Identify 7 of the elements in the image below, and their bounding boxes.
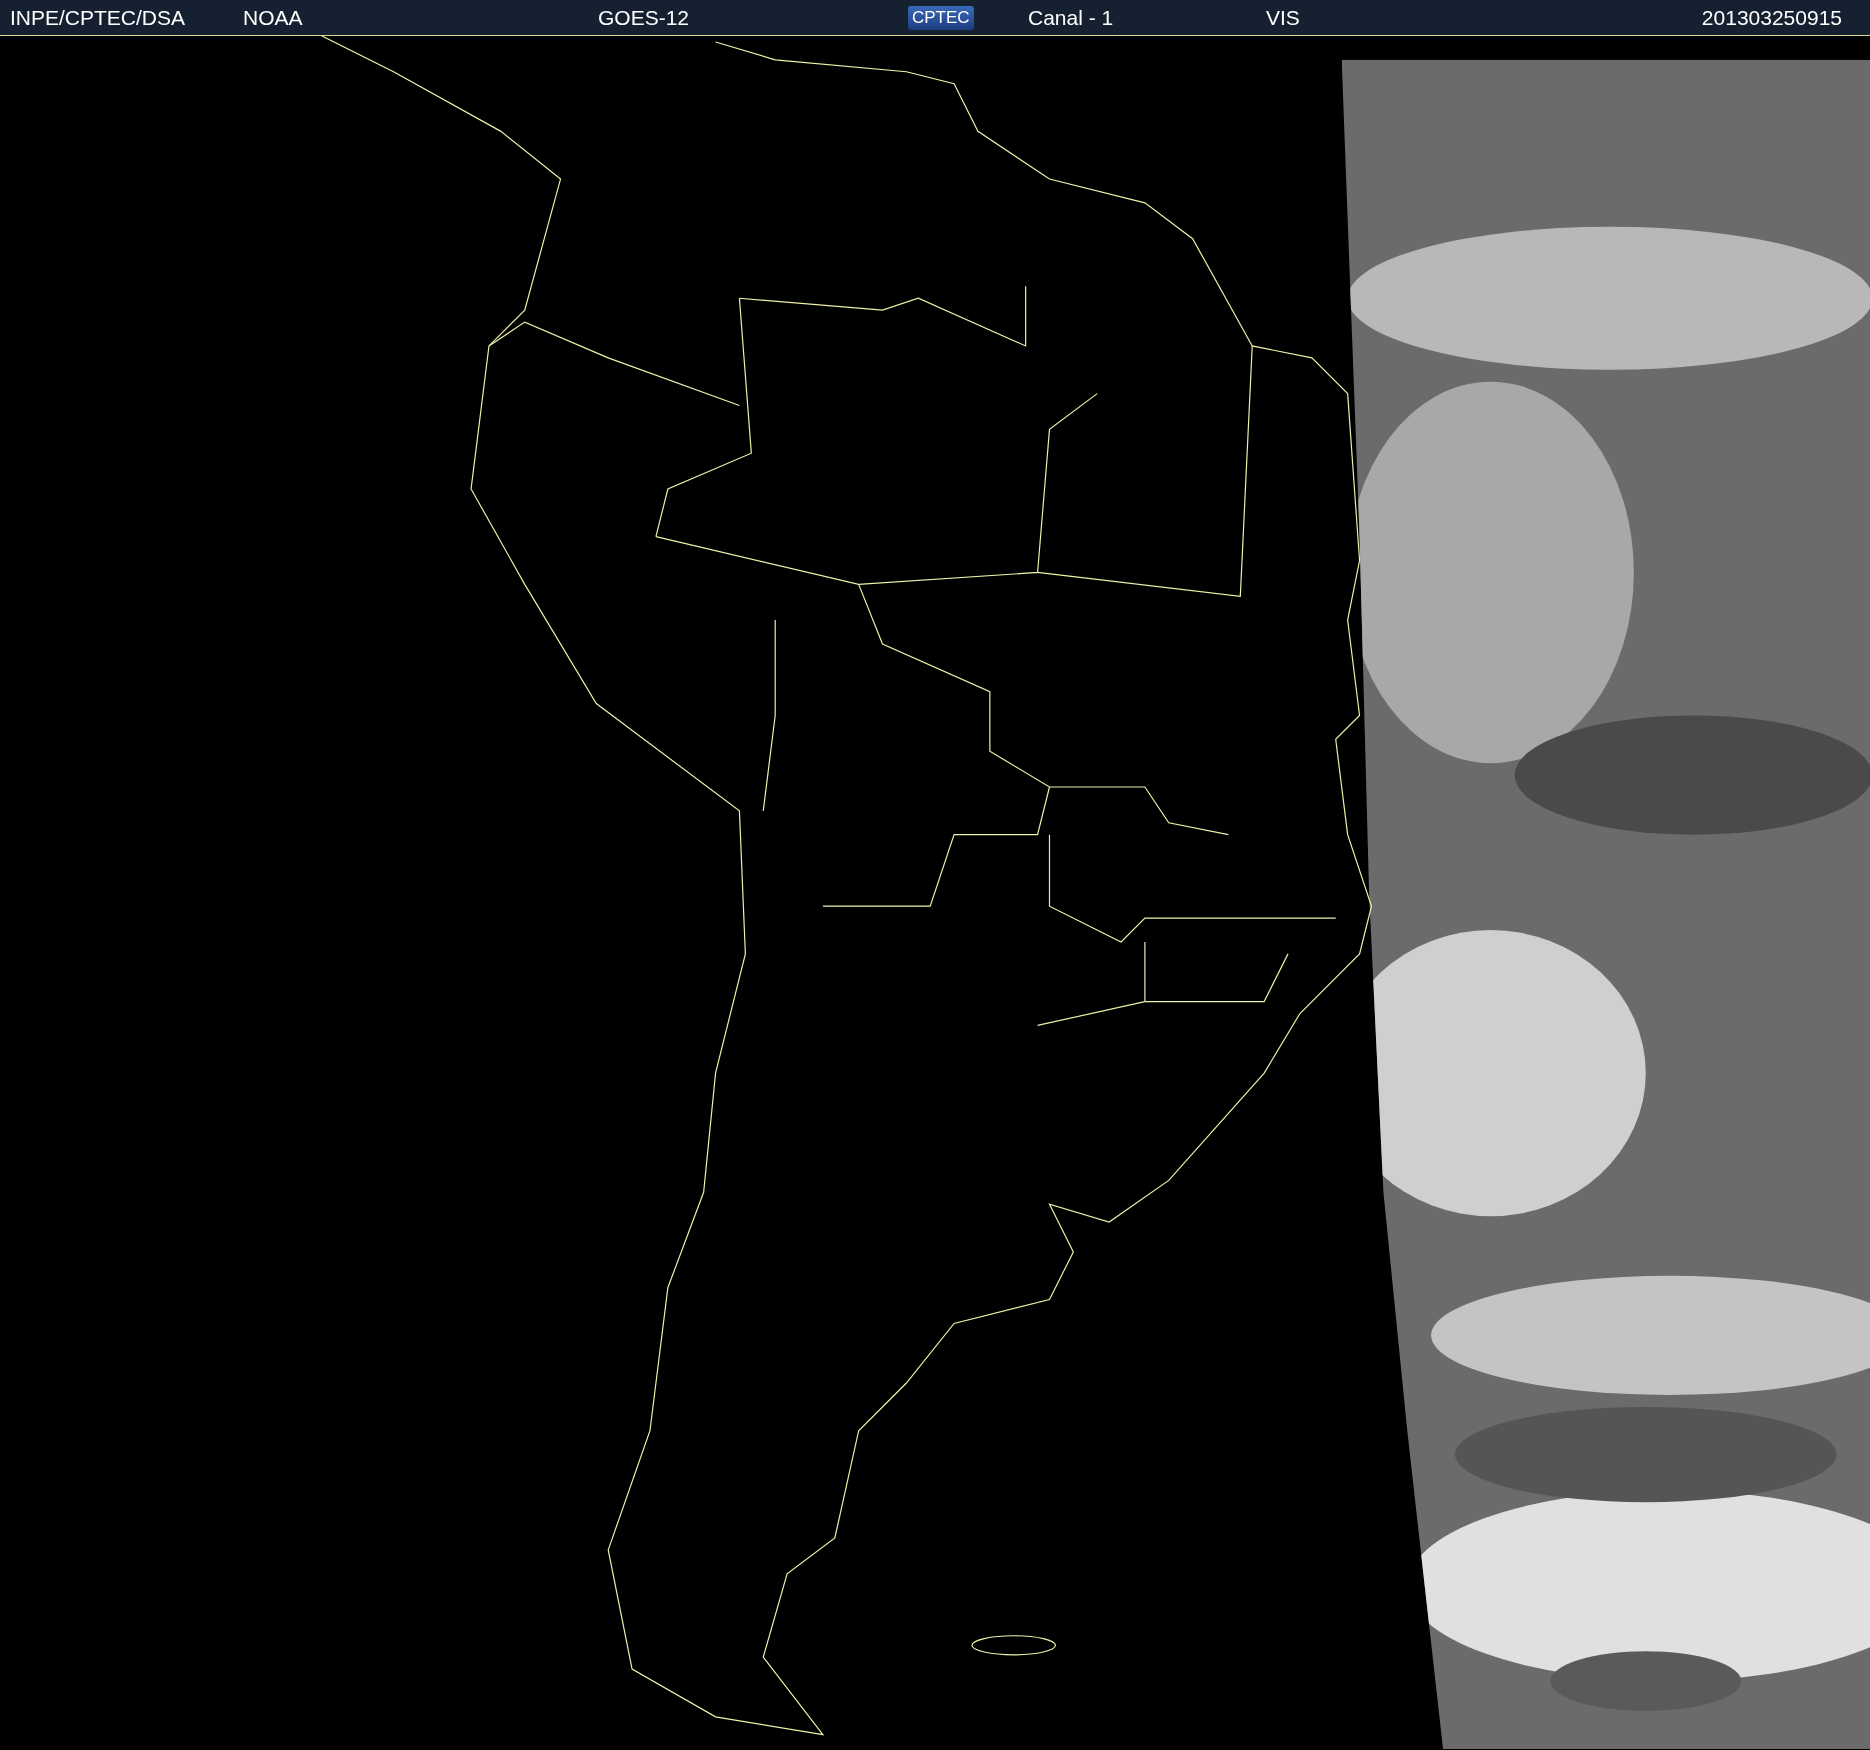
source-label: INPE/CPTEC/DSA — [10, 5, 186, 30]
satellite-label: GOES-12 — [598, 5, 690, 30]
logo: CPTEC — [908, 5, 974, 30]
agency-label: NOAA — [243, 5, 303, 30]
band-label: VIS — [1266, 5, 1300, 30]
channel-label: Canal - 1 — [1028, 5, 1114, 30]
timestamp-label: 201303250915 — [1701, 5, 1842, 30]
